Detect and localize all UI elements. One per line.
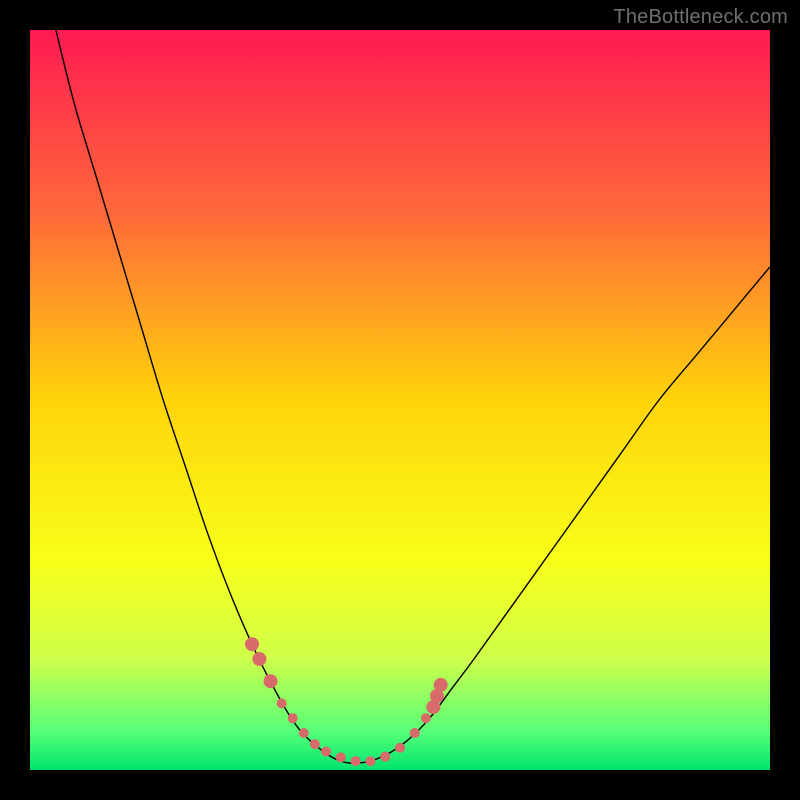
curve-marker: [264, 674, 278, 688]
plot-area: [30, 30, 770, 770]
curve-marker: [380, 752, 390, 762]
curve-marker: [310, 739, 320, 749]
curve-marker: [365, 756, 375, 766]
bottleneck-chart: [30, 30, 770, 770]
curve-marker: [336, 752, 346, 762]
curve-marker: [421, 713, 431, 723]
curve-marker: [277, 698, 287, 708]
curve-marker: [434, 678, 448, 692]
watermark: TheBottleneck.com: [613, 6, 788, 29]
curve-marker: [299, 728, 309, 738]
curve-marker: [245, 637, 259, 651]
curve-marker: [288, 713, 298, 723]
curve-marker: [395, 743, 405, 753]
curve-marker: [252, 652, 266, 666]
curve-marker: [321, 747, 331, 757]
curve-marker: [410, 728, 420, 738]
plot-frame: [30, 30, 770, 770]
curve-marker: [351, 756, 361, 766]
